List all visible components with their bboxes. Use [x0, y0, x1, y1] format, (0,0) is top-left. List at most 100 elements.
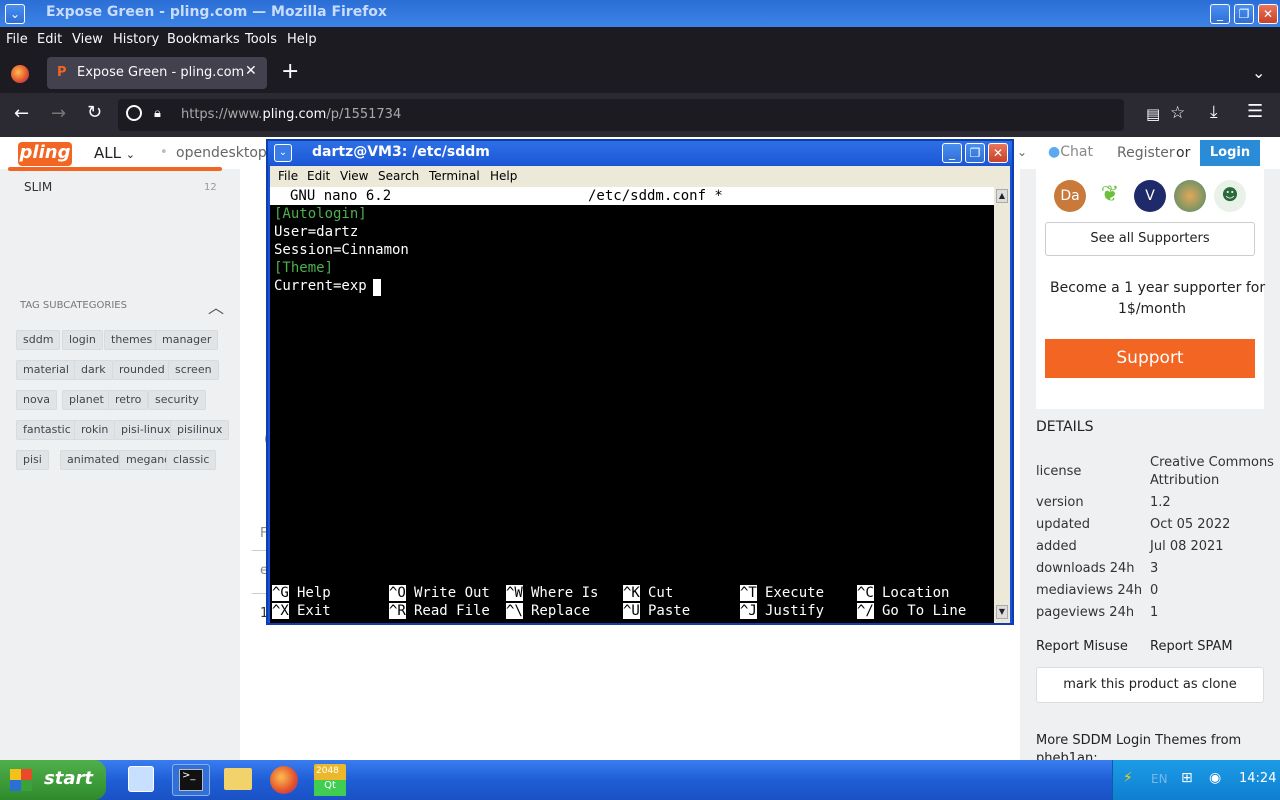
- chevron-up-icon[interactable]: ︿: [208, 294, 224, 318]
- supporter-avatar-chameleon[interactable]: ❦: [1094, 180, 1126, 212]
- menu-help[interactable]: Help: [287, 32, 317, 47]
- opendesktop-link[interactable]: opendesktop.c: [176, 145, 279, 161]
- new-tab-button[interactable]: +: [281, 59, 299, 84]
- start-button[interactable]: start: [0, 760, 106, 800]
- terminal-menu-help[interactable]: Help: [490, 169, 517, 183]
- category-slim[interactable]: SLIM: [24, 180, 52, 194]
- menu-history[interactable]: History: [113, 32, 159, 47]
- reader-view-icon[interactable]: ▤: [1146, 105, 1160, 123]
- chevron-down-icon[interactable]: ⌄: [1017, 145, 1027, 159]
- terminal-icon: >_: [179, 769, 203, 791]
- menu-file[interactable]: File: [6, 32, 28, 47]
- firefox-view-icon[interactable]: [11, 65, 29, 83]
- forward-button[interactable]: →: [51, 103, 66, 124]
- all-dropdown[interactable]: ALL ⌄: [94, 144, 135, 162]
- tag-dark[interactable]: dark: [74, 360, 113, 380]
- report-spam-link[interactable]: Report SPAM: [1150, 639, 1233, 654]
- pling-logo[interactable]: pling: [18, 142, 72, 166]
- tag-classic[interactable]: classic: [166, 450, 217, 470]
- shortcut-key: ^O: [389, 585, 406, 601]
- tag-rokin[interactable]: rokin: [74, 420, 116, 440]
- terminal-menu-file[interactable]: File: [278, 169, 298, 183]
- terminal-titlebar[interactable]: ⌄ dartz@VM3: /etc/sddm _ ❐ ✕: [268, 141, 1012, 165]
- window-menu-icon[interactable]: ⌄: [274, 144, 292, 162]
- tag-rounded[interactable]: rounded: [112, 360, 172, 380]
- chat-link[interactable]: ●Chat: [1048, 144, 1093, 160]
- firefox-icon[interactable]: [270, 766, 298, 794]
- close-button[interactable]: ✕: [1258, 4, 1278, 24]
- tag-login[interactable]: login: [62, 330, 103, 350]
- downloads-icon[interactable]: ⤓: [1210, 102, 1218, 122]
- terminal-menu-search[interactable]: Search: [378, 169, 419, 183]
- tag-manager[interactable]: manager: [155, 330, 219, 350]
- terminal-scrollbar[interactable]: ▲ ▼: [994, 187, 1010, 623]
- terminal-task-button[interactable]: >_: [172, 764, 210, 796]
- tag-animated[interactable]: animated: [60, 450, 127, 470]
- maximize-button[interactable]: ❐: [1234, 4, 1254, 24]
- url-text[interactable]: https://www.pling.com/p/1551734: [181, 107, 401, 122]
- supporter-avatar[interactable]: V: [1134, 180, 1166, 212]
- bookmark-star-icon[interactable]: ☆: [1170, 103, 1185, 123]
- network-icon[interactable]: ⊞: [1181, 770, 1193, 786]
- mark-clone-button[interactable]: mark this product as clone: [1036, 667, 1264, 703]
- tag-retro[interactable]: retro: [108, 390, 149, 410]
- updates-icon[interactable]: ⚡: [1123, 770, 1133, 786]
- close-tab-icon[interactable]: ✕: [245, 63, 257, 79]
- or-text: or: [1176, 145, 1191, 161]
- see-all-supporters-button[interactable]: See all Supporters: [1045, 222, 1255, 256]
- detail-value: Oct 05 2022: [1150, 517, 1231, 532]
- app-menu-icon[interactable]: ☰: [1247, 101, 1263, 122]
- supporter-avatar-person[interactable]: ☻: [1214, 180, 1246, 212]
- minimize-button[interactable]: _: [942, 143, 962, 163]
- list-tabs-icon[interactable]: ⌄: [1252, 63, 1265, 82]
- supporter-avatar-landscape[interactable]: [1174, 180, 1206, 212]
- file-manager-icon[interactable]: [128, 766, 154, 792]
- menu-tools[interactable]: Tools: [245, 32, 277, 47]
- scroll-up-icon[interactable]: ▲: [996, 189, 1008, 203]
- tag-fantastic[interactable]: fantastic: [16, 420, 78, 440]
- detail-value: 0: [1150, 583, 1159, 598]
- tag-material[interactable]: material: [16, 360, 76, 380]
- register-link[interactable]: Register: [1117, 145, 1175, 161]
- shortcut-key: ^/: [857, 603, 874, 619]
- terminal-menu-edit[interactable]: Edit: [307, 169, 330, 183]
- scroll-down-icon[interactable]: ▼: [996, 605, 1008, 619]
- url-bar[interactable]: 🔒︎ https://www.pling.com/p/1551734 ▤ ☆: [118, 99, 1185, 131]
- language-indicator[interactable]: EN: [1151, 772, 1168, 786]
- back-button[interactable]: ←: [14, 103, 29, 124]
- tag-themes[interactable]: themes: [104, 330, 160, 350]
- lock-icon[interactable]: 🔒︎: [154, 106, 161, 121]
- report-misuse-link[interactable]: Report Misuse: [1036, 639, 1128, 654]
- shield-icon[interactable]: [126, 105, 142, 121]
- tag-sddm[interactable]: sddm: [16, 330, 61, 350]
- detail-value: Jul 08 2021: [1150, 539, 1224, 554]
- tag-screen[interactable]: screen: [168, 360, 219, 380]
- menu-bookmarks[interactable]: Bookmarks: [167, 32, 240, 47]
- reload-button[interactable]: ↻: [87, 102, 102, 123]
- window-menu-icon[interactable]: ⌄: [5, 4, 25, 24]
- minimize-button[interactable]: _: [1210, 4, 1230, 24]
- supporter-avatar[interactable]: Da: [1054, 180, 1086, 212]
- login-button[interactable]: Login: [1200, 140, 1260, 166]
- tag-security[interactable]: security: [148, 390, 206, 410]
- nano-editor[interactable]: GNU nano 6.2 /etc/sddm.conf * [Autologin…: [270, 187, 994, 623]
- terminal-menu-terminal[interactable]: Terminal: [429, 169, 480, 183]
- terminal-menu-view[interactable]: View: [340, 169, 368, 183]
- qt-2048-icon[interactable]: 2048 Qt: [314, 764, 346, 796]
- tag-nova[interactable]: nova: [16, 390, 57, 410]
- detail-value: 3: [1150, 561, 1159, 576]
- tag-pisilinux[interactable]: pisilinux: [170, 420, 230, 440]
- menu-view[interactable]: View: [72, 32, 103, 47]
- volume-icon[interactable]: ◉: [1209, 770, 1221, 786]
- close-button[interactable]: ✕: [988, 143, 1008, 163]
- menu-edit[interactable]: Edit: [37, 32, 62, 47]
- tab-expose-green[interactable]: P Expose Green - pling.com ✕: [47, 57, 267, 89]
- folder-icon[interactable]: [224, 768, 252, 790]
- tag-planet[interactable]: planet: [62, 390, 111, 410]
- shortcut-key: ^X: [272, 603, 289, 619]
- file-line: [Theme]: [274, 260, 334, 276]
- support-button[interactable]: Support: [1045, 339, 1255, 378]
- tag-pisi[interactable]: pisi: [16, 450, 49, 470]
- maximize-button[interactable]: ❐: [965, 143, 985, 163]
- tag-pisi-linux[interactable]: pisi-linux: [114, 420, 178, 440]
